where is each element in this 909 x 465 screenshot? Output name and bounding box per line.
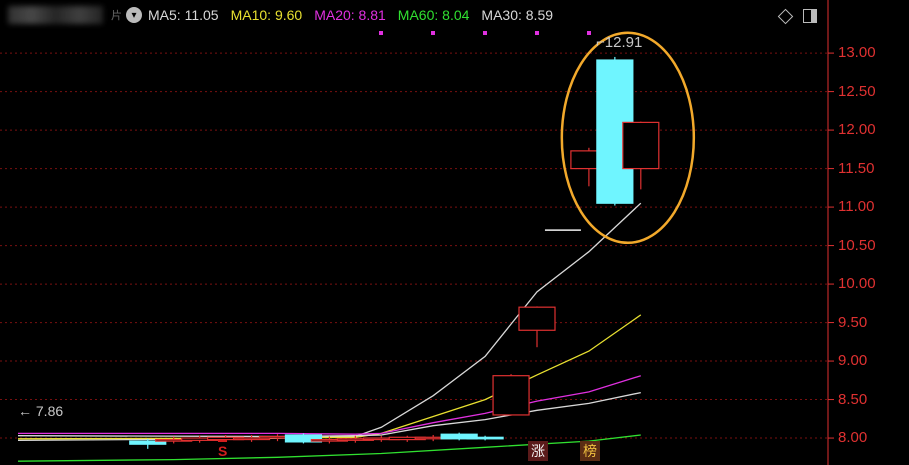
ma-label: MA30: <box>481 7 526 23</box>
price-grid <box>0 0 834 465</box>
panel-toggle-icon[interactable] <box>803 9 817 23</box>
indicator-toggle-button[interactable]: ▾ <box>126 7 142 23</box>
ma-line-ma20 <box>18 375 641 435</box>
ranking-badge[interactable]: 榜 <box>580 441 600 461</box>
ma-item-ma60: MA60: 8.04 <box>398 7 470 23</box>
ma-label: MA5: <box>148 7 185 23</box>
ma-label: MA10: <box>230 7 275 23</box>
low-price-label: ← 7.86 <box>18 403 63 419</box>
s-marker[interactable]: S <box>218 440 228 459</box>
indicator-prefix: 片 <box>111 10 122 22</box>
moving-average-lines <box>17 202 642 462</box>
candle-body <box>518 306 556 331</box>
marker-dot <box>483 31 487 35</box>
candle <box>492 374 530 416</box>
ma-value: 8.04 <box>442 7 470 23</box>
marker-dot <box>431 31 435 35</box>
high-price-value: 12.91 <box>604 34 643 51</box>
blurred-stock-name <box>8 6 103 24</box>
ma-values: MA5: 11.05 MA10: 9.60 MA20: 8.81 MA60: 8.04… <box>148 7 565 23</box>
marker-dot <box>535 31 539 35</box>
y-tick-label: 8.00 <box>838 429 868 447</box>
ma-value: 8.59 <box>525 7 554 23</box>
y-tick-label: 11.00 <box>838 198 875 216</box>
high-arrow-icon: ⌐ <box>596 34 605 51</box>
ma-label: MA60: <box>397 7 443 23</box>
y-tick-label: 8.50 <box>838 390 868 408</box>
marker-dots <box>379 31 591 35</box>
ma-item-ma30: MA30: 8.59 <box>481 7 553 23</box>
candle <box>518 306 556 348</box>
candle-body <box>492 375 530 416</box>
y-tick-label: 13.00 <box>838 44 876 62</box>
candle <box>284 433 323 444</box>
candlestick-chart <box>0 0 834 465</box>
y-tick-label: 12.00 <box>838 121 876 139</box>
top-right-icons <box>777 8 817 25</box>
candle-body <box>622 121 660 170</box>
ma-item-ma20: MA20: 8.81 <box>314 7 386 23</box>
y-tick-label: 11.50 <box>838 159 875 177</box>
ma-line-ma10 <box>17 314 642 440</box>
candles <box>129 56 660 449</box>
y-tick-label: 10.50 <box>838 236 876 254</box>
y-tick-label: 9.50 <box>838 313 868 331</box>
low-arrow-icon: ← <box>18 403 32 419</box>
ma-value: 9.60 <box>274 7 303 23</box>
y-tick-label: 10.00 <box>838 275 876 293</box>
limit-up-badge[interactable]: 涨 <box>528 441 548 461</box>
diamond-icon[interactable] <box>777 8 794 25</box>
low-price-value: 7.86 <box>35 403 64 419</box>
candle-body <box>466 436 504 440</box>
ma-value: 11.05 <box>184 7 219 23</box>
marker-dot <box>587 31 591 35</box>
y-tick-label: 12.50 <box>838 82 876 100</box>
high-price-label: ⌐12.91 <box>596 34 642 51</box>
ma-item-ma5: MA5: 11.05 <box>148 7 219 23</box>
y-tick-label: 9.00 <box>838 352 868 370</box>
ma-value: 8.81 <box>358 7 386 23</box>
ma-item-ma10: MA10: 9.60 <box>231 7 303 23</box>
marker-dot <box>379 31 383 35</box>
ma-indicator-bar: 片 ▾ MA5: 11.05 MA10: 9.60 MA20: 8.81 MA60: … <box>0 0 830 30</box>
ma-label: MA20: <box>314 7 359 23</box>
